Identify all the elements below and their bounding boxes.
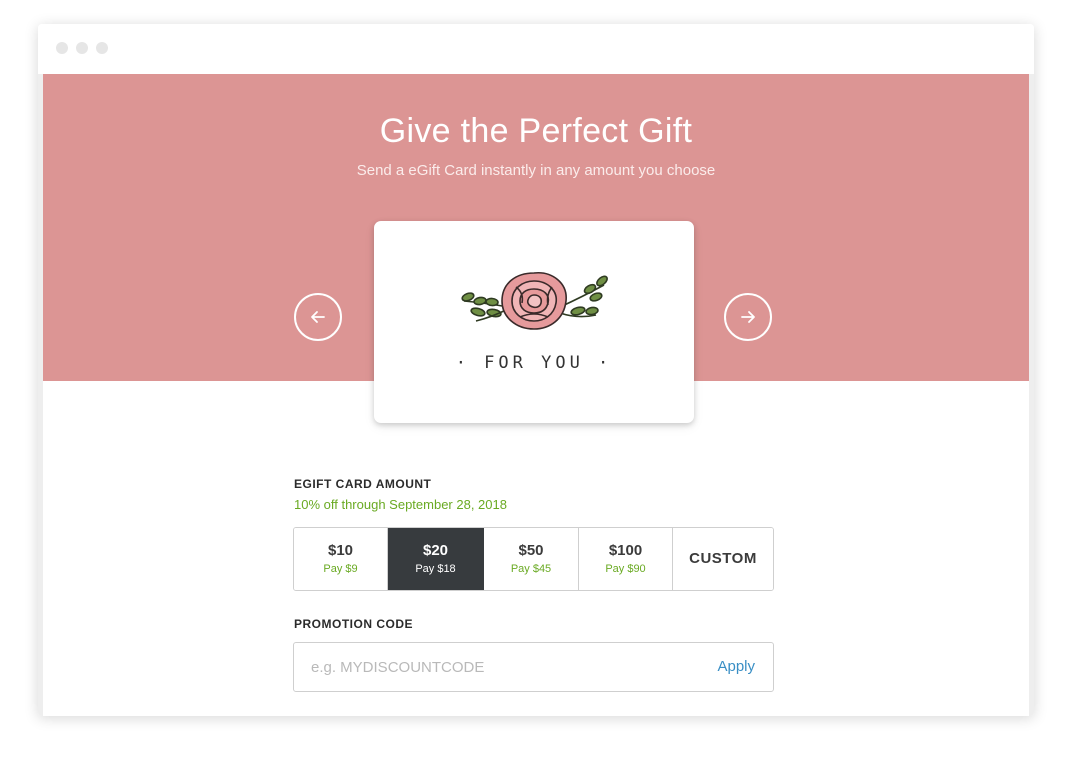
window-control-dot[interactable] [56,42,68,54]
hero-title: Give the Perfect Gift [379,112,693,150]
next-card-button[interactable] [724,293,772,341]
promotion-section-label: PROMOTION CODE [294,617,414,631]
gift-card-preview[interactable]: · FOR YOU · [374,221,694,423]
amount-section-label: EGIFT CARD AMOUNT [294,477,432,491]
discount-note: 10% off through September 28, 2018 [294,497,507,512]
amount-selector: $10 Pay $9 $20 Pay $18 $50 Pay $45 $100 … [293,527,774,591]
arrow-left-icon [311,311,325,323]
window-titlebar [38,24,1034,74]
amount-option[interactable]: $50 Pay $45 [484,528,579,590]
promotion-field: Apply [293,642,774,692]
amount-pay: Pay $45 [510,563,552,575]
window-control-dot[interactable] [76,42,88,54]
amount-value: $20 [422,542,449,559]
window-control-dot[interactable] [96,42,108,54]
window-frame-right [1029,74,1034,716]
rose-illustration [461,272,608,330]
prev-card-button[interactable] [294,293,342,341]
amount-value: $10 [327,542,354,559]
amount-option[interactable]: $100 Pay $90 [579,528,673,590]
page-viewport: Give the Perfect Gift Send a eGift Card … [43,74,1029,716]
arrow-right-icon [741,311,755,323]
apply-button[interactable]: Apply [717,658,755,675]
amount-pay: Pay $90 [605,563,646,575]
amount-option[interactable]: $10 Pay $9 [294,528,388,590]
amount-pay: Pay $9 [323,563,358,575]
amount-value: $50 [518,542,544,559]
promotion-code-input[interactable] [295,644,675,690]
amount-pay: Pay $18 [415,563,456,575]
card-message: · FOR YOU · [455,353,613,373]
amount-value: CUSTOM [689,550,757,567]
amount-value: $100 [608,542,643,559]
browser-window: Give the Perfect Gift Send a eGift Card … [38,24,1034,716]
amount-option-selected[interactable]: $20 Pay $18 [388,528,484,590]
hero-subtitle: Send a eGift Card instantly in any amoun… [356,162,716,179]
custom-amount-option[interactable]: CUSTOM [673,528,773,590]
